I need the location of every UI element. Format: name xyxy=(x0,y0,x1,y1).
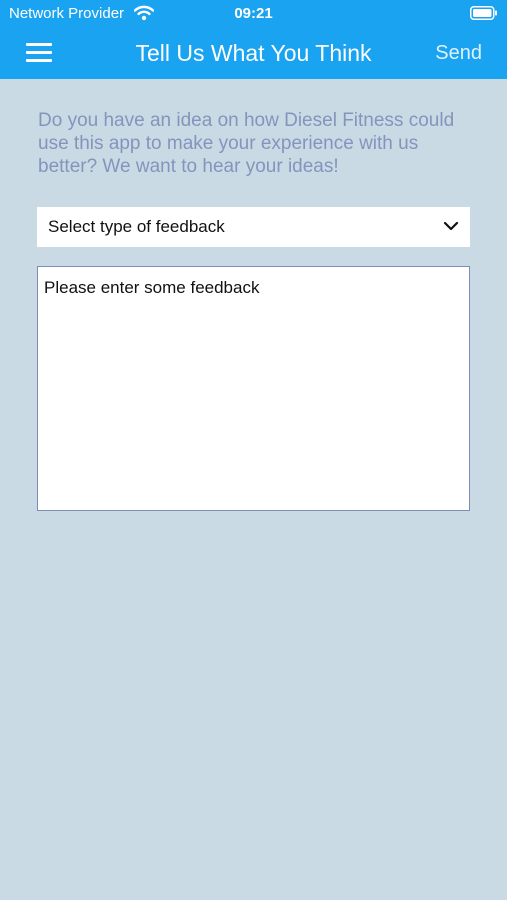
feedback-type-select[interactable]: Select type of feedback xyxy=(37,207,470,247)
intro-text: Do you have an idea on how Diesel Fitnes… xyxy=(38,110,455,177)
navigation-bar: Tell Us What You Think Send xyxy=(0,28,507,79)
top-bar: Network Provider 09:21 Tell Us What You … xyxy=(0,0,507,79)
chevron-down-icon xyxy=(443,221,459,231)
feedback-textarea[interactable]: Please enter some feedback xyxy=(37,266,470,511)
feedback-type-value: Select type of feedback xyxy=(48,217,225,236)
status-bar: Network Provider 09:21 xyxy=(0,0,507,28)
clock: 09:21 xyxy=(234,5,273,22)
page-title: Tell Us What You Think xyxy=(135,40,372,66)
send-button[interactable]: Send xyxy=(435,41,482,65)
feedback-placeholder: Please enter some feedback xyxy=(44,278,260,297)
battery-icon xyxy=(470,6,497,20)
